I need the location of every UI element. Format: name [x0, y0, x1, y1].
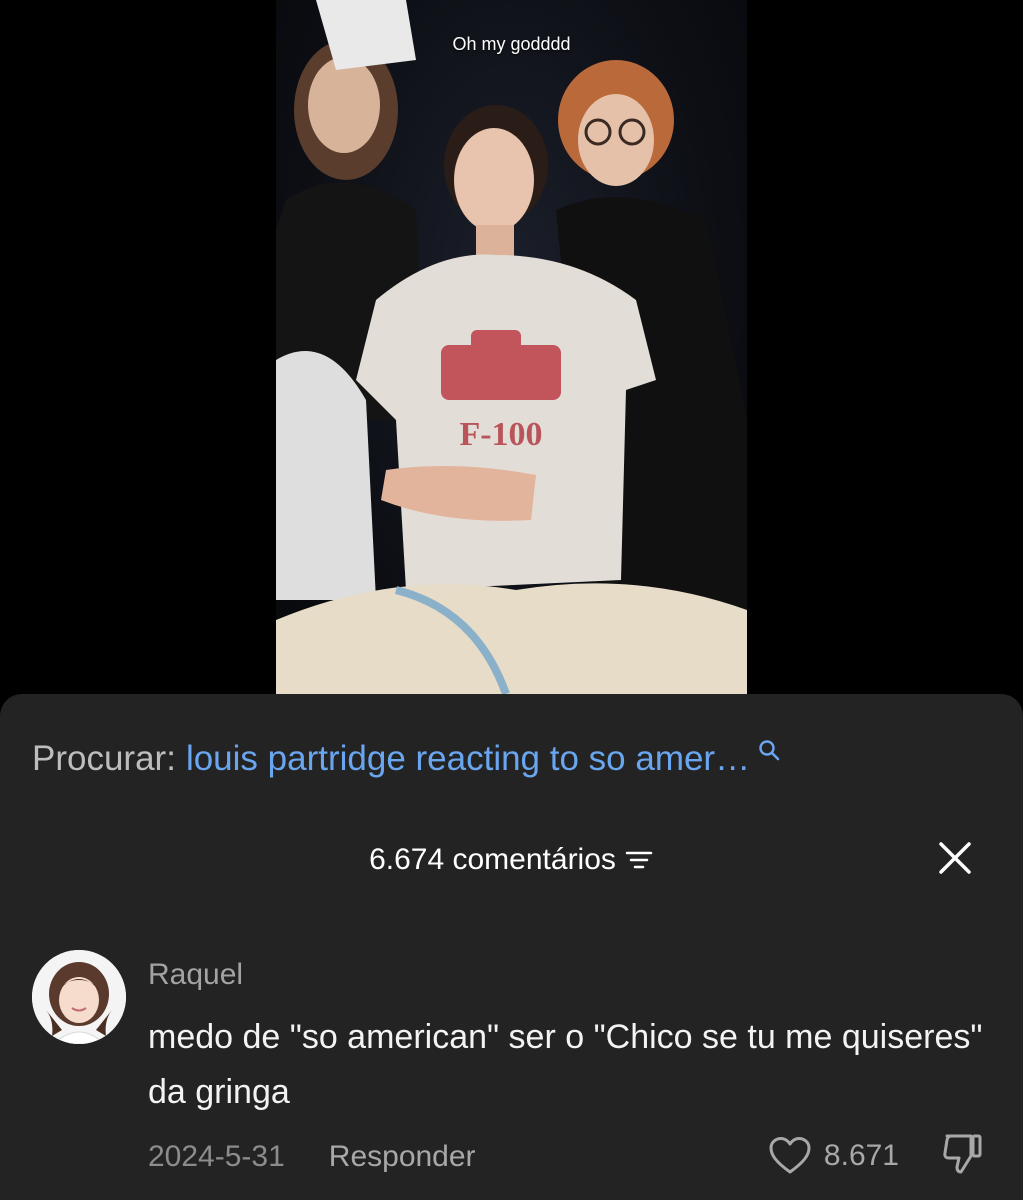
avatar-image [32, 950, 126, 1044]
comment-username[interactable]: Raquel [148, 958, 243, 992]
video-area: F-100 Oh my godddd [0, 0, 1023, 720]
comments-header: 6.674 comentários [0, 840, 1023, 880]
thumbs-down-icon[interactable] [941, 1132, 983, 1176]
video-frame[interactable]: F-100 Oh my godddd [276, 0, 747, 694]
comment-meta: 2024-5-31 Responder [148, 1140, 476, 1174]
search-prefix: Procurar: [32, 739, 176, 778]
like-group: 8.671 [768, 1136, 899, 1176]
shirt-print: F-100 [459, 416, 542, 453]
search-suggestion[interactable]: Procurar: louis partridge reacting to so… [32, 734, 991, 784]
comments-sheet: Procurar: louis partridge reacting to so… [0, 694, 1023, 1200]
avatar[interactable] [32, 950, 126, 1044]
filter-icon[interactable] [624, 849, 654, 871]
like-count: 8.671 [823, 1139, 899, 1172]
heart-icon[interactable] [768, 1136, 812, 1176]
video-caption: Oh my godddd [452, 34, 571, 54]
search-icon[interactable] [758, 739, 780, 761]
video-scene: F-100 [276, 0, 747, 694]
comments-count: 6.674 comentários [369, 843, 616, 876]
search-query-link[interactable]: louis partridge reacting to so amer… [186, 739, 750, 779]
comment-date: 2024-5-31 [148, 1140, 285, 1173]
comment-text: medo de "so american" ser o "Chico se tu… [148, 1018, 983, 1111]
close-icon[interactable] [937, 840, 973, 876]
reply-button[interactable]: Responder [329, 1140, 476, 1174]
